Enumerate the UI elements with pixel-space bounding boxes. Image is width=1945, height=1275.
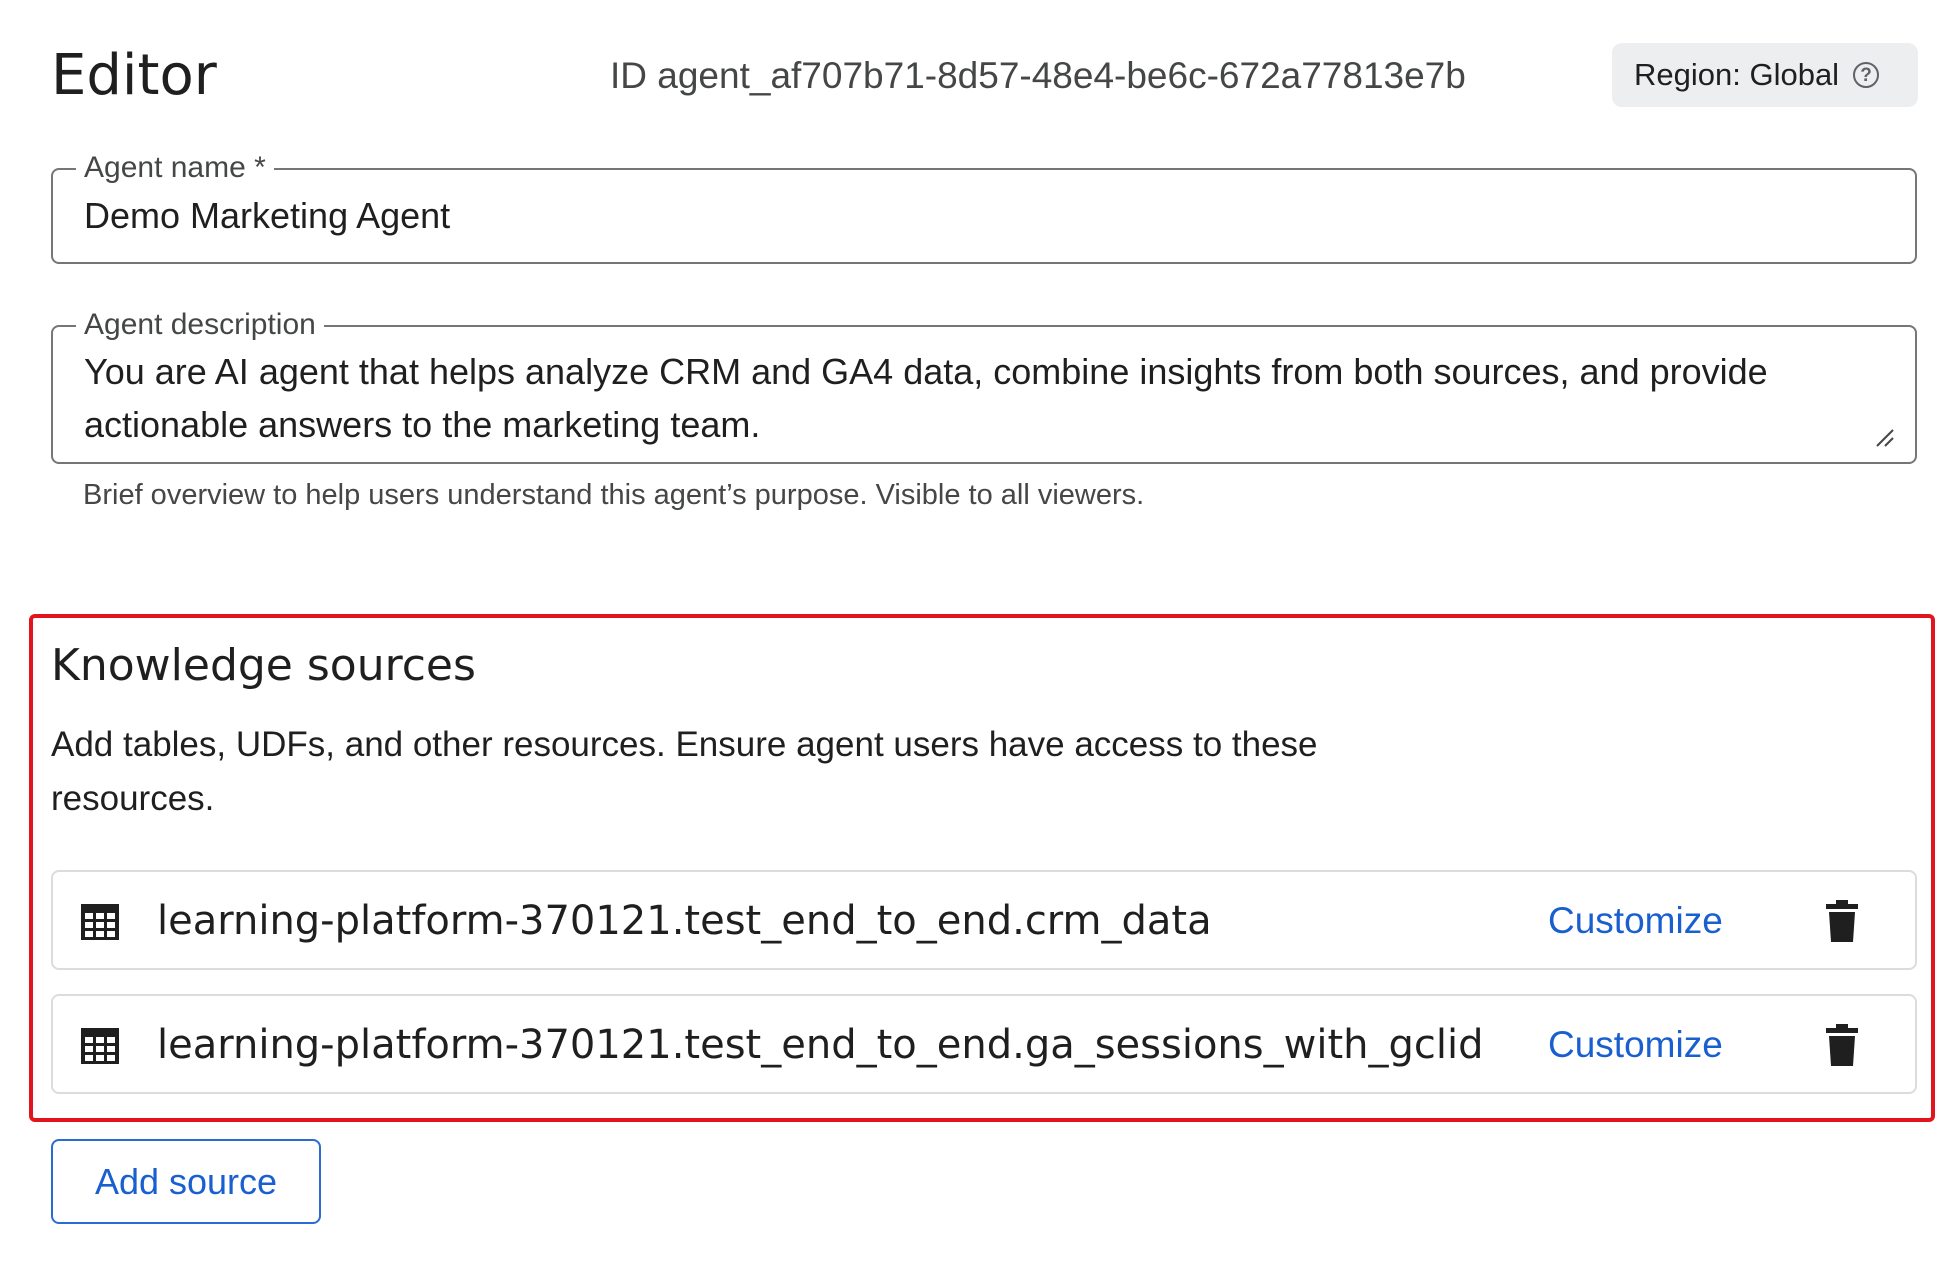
knowledge-source-row: learning-platform-370121.test_end_to_end… <box>51 994 1917 1094</box>
resize-handle-icon[interactable] <box>1873 426 1895 448</box>
region-chip[interactable]: Region: Global ? <box>1612 43 1918 107</box>
knowledge-source-name: learning-platform-370121.test_end_to_end… <box>157 898 1212 944</box>
add-source-button[interactable]: Add source <box>51 1139 321 1224</box>
agent-name-label: Agent name * <box>76 150 274 186</box>
agent-description-label: Agent description <box>76 307 324 343</box>
knowledge-source-name: learning-platform-370121.test_end_to_end… <box>157 1022 1484 1068</box>
region-label: Region: Global <box>1634 57 1840 92</box>
table-icon <box>81 904 119 940</box>
help-icon[interactable]: ? <box>1853 62 1880 88</box>
customize-link[interactable]: Customize <box>1548 1022 1723 1068</box>
page-title: Editor <box>51 43 217 108</box>
knowledge-source-row: learning-platform-370121.test_end_to_end… <box>51 870 1917 970</box>
customize-link[interactable]: Customize <box>1548 898 1723 944</box>
delete-icon[interactable] <box>1826 900 1858 942</box>
agent-name-input[interactable]: Demo Marketing Agent <box>84 194 450 238</box>
agent-editor-page: Editor ID agent_af707b71-8d57-48e4-be6c-… <box>0 0 1945 1275</box>
agent-id-label: ID agent_af707b71-8d57-48e4-be6c-672a778… <box>610 55 1466 96</box>
knowledge-sources-description: Add tables, UDFs, and other resources. E… <box>51 725 1318 818</box>
table-icon <box>81 1028 119 1064</box>
agent-name-field[interactable]: Agent name * Demo Marketing Agent <box>51 150 1917 264</box>
agent-description-helper-text: Brief overview to help users understand … <box>83 479 1145 511</box>
agent-description-field[interactable]: Agent description You are AI agent that … <box>51 307 1917 464</box>
delete-icon[interactable] <box>1826 1024 1858 1066</box>
agent-description-textarea[interactable]: You are AI agent that helps analyze CRM … <box>84 345 1884 451</box>
knowledge-sources-title: Knowledge sources <box>51 640 476 691</box>
